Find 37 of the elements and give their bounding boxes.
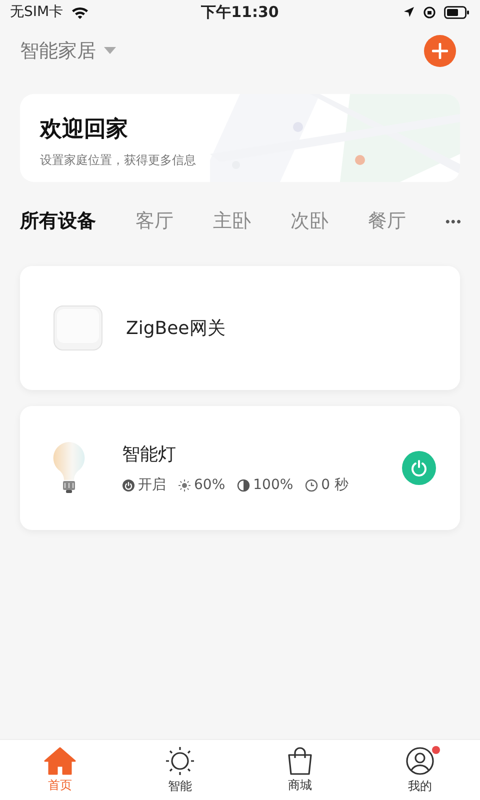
contrast-icon <box>237 478 250 492</box>
status-time: 下午11:30 <box>201 2 279 22</box>
add-button[interactable] <box>424 35 456 67</box>
device-name: ZigBee网关 <box>126 317 226 340</box>
carrier-text: 无SIM卡 <box>10 3 64 21</box>
user-icon <box>405 746 435 776</box>
home-selector[interactable]: 智能家居 <box>20 38 116 64</box>
clock-icon <box>305 478 318 492</box>
device-card[interactable]: 智能灯 开启 60% 100% 0 秒 <box>20 406 460 530</box>
power-toggle[interactable] <box>402 451 436 485</box>
battery-icon <box>444 6 470 18</box>
tab-bar-item[interactable]: 我的 <box>380 746 460 794</box>
rotation-lock-icon <box>423 6 436 18</box>
tab-bar-item[interactable]: 智能 <box>140 746 220 794</box>
device-card[interactable]: ZigBee网关 <box>20 266 460 390</box>
status-text: 0 秒 <box>321 476 349 494</box>
location-icon <box>403 6 415 18</box>
gateway-icon <box>52 304 104 352</box>
welcome-card[interactable]: 欢迎回家 设置家庭位置，获得更多信息 <box>20 94 460 182</box>
plus-icon <box>432 43 448 59</box>
power-icon <box>122 478 135 492</box>
sun-icon <box>164 746 196 776</box>
room-tab[interactable]: 所有设备 <box>20 202 96 240</box>
light-bulb-icon <box>52 441 86 495</box>
power-icon <box>410 459 428 477</box>
status-text: 100% <box>253 477 294 493</box>
status-text: 60% <box>194 477 226 493</box>
status-text: 开启 <box>138 476 166 494</box>
dropdown-caret-icon <box>104 47 116 55</box>
wifi-icon <box>71 6 90 18</box>
more-button[interactable]: ••• <box>445 208 462 234</box>
home-icon <box>44 746 76 774</box>
tab-bar-item[interactable]: 商城 <box>260 746 340 794</box>
device-name: 智能灯 <box>122 443 177 466</box>
sun-icon <box>178 478 191 492</box>
welcome-subtitle: 设置家庭位置，获得更多信息 <box>40 152 196 169</box>
welcome-title: 欢迎回家 <box>40 116 128 144</box>
